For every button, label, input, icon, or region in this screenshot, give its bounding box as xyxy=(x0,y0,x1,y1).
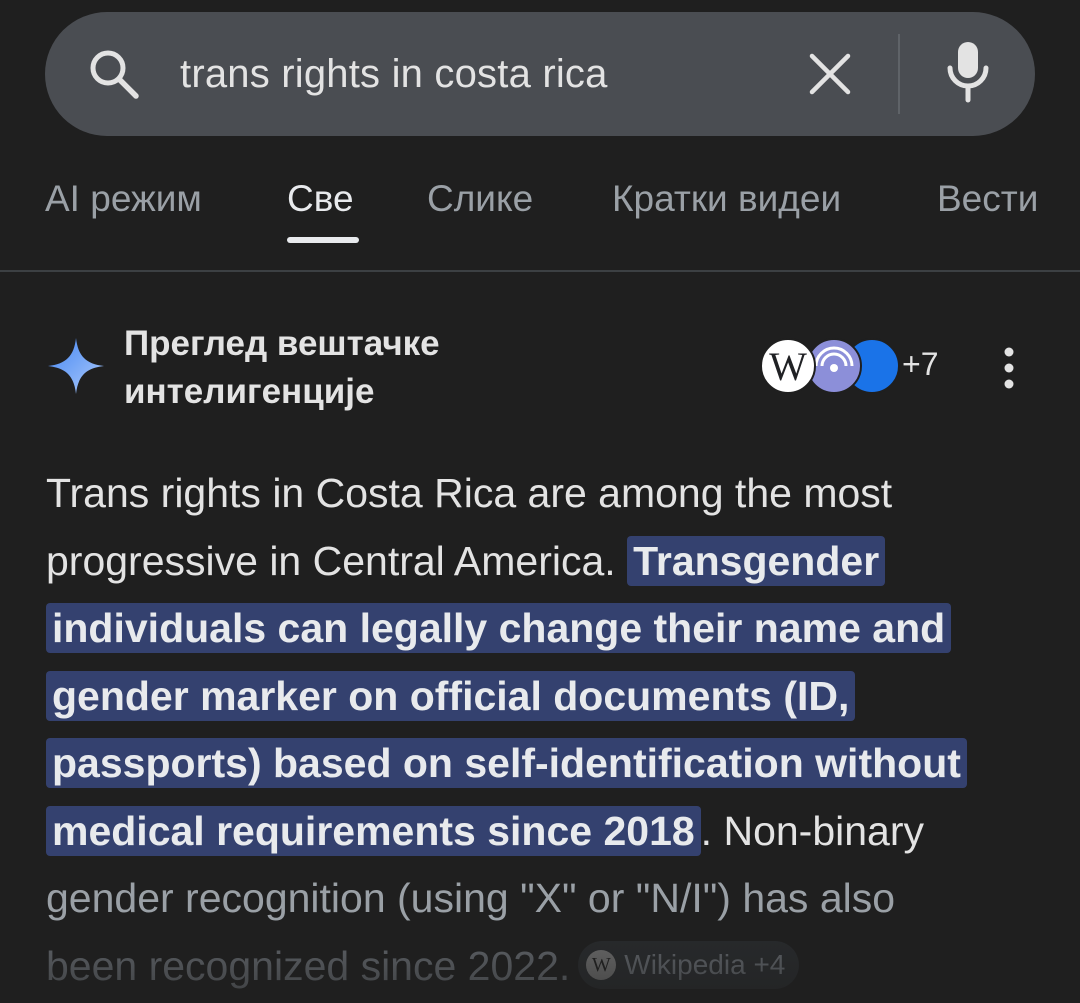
more-options-icon[interactable] xyxy=(994,346,1024,390)
tab-news[interactable]: Вести xyxy=(937,178,1038,220)
sparkle-icon xyxy=(48,338,104,394)
tab-all[interactable]: Све xyxy=(287,178,354,220)
ai-overview-title-line2: интелигенције xyxy=(124,372,375,411)
tabs-divider xyxy=(0,270,1080,272)
answer-after-highlight: . Non-binary xyxy=(700,807,924,854)
ai-overview-title-line1: Преглед вештачке xyxy=(124,324,440,363)
search-icon[interactable] xyxy=(86,46,142,102)
source-chip-label: Wikipedia +4 xyxy=(624,948,786,980)
source-favicons[interactable]: W xyxy=(760,338,900,398)
tab-images[interactable]: Слике xyxy=(427,178,533,220)
tab-short-videos[interactable]: Кратки видеи xyxy=(612,178,841,220)
clear-icon[interactable] xyxy=(808,52,852,96)
tab-ai-mode[interactable]: AI режим xyxy=(45,178,202,220)
answer-faded-line2: been recognized since 2022. xyxy=(46,942,571,989)
source-chip[interactable]: W Wikipedia +4 xyxy=(578,940,800,989)
search-input[interactable]: trans rights in costa rica xyxy=(180,44,608,104)
wikipedia-chip-icon: W xyxy=(586,949,617,980)
ai-overview-title: Преглед вештачке интелигенције xyxy=(124,320,544,416)
wikipedia-icon: W xyxy=(760,338,816,394)
active-tab-indicator xyxy=(287,237,359,243)
ai-overview-answer: Trans rights in Costa Rica are among the… xyxy=(46,460,1046,1000)
answer-faded-line: gender recognition (using "X" or "N/I") … xyxy=(46,875,896,921)
search-divider xyxy=(898,34,900,114)
source-count[interactable]: +7 xyxy=(902,346,938,383)
mic-icon[interactable] xyxy=(944,40,992,104)
search-tabs: AI режим Све Слике Кратки видеи Вести xyxy=(0,160,1080,250)
